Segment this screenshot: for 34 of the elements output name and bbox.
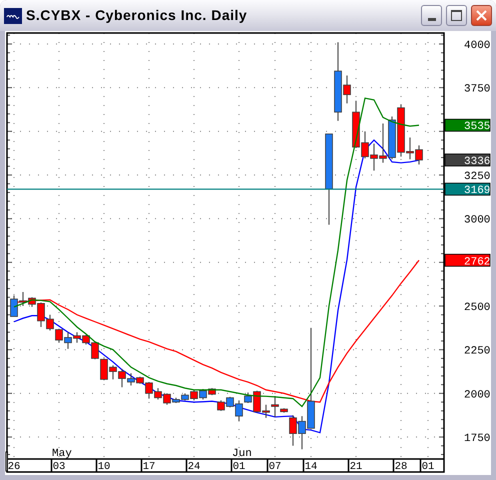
date-label: 26 xyxy=(8,461,20,473)
app-icon xyxy=(4,8,22,24)
price-tag: 2762 xyxy=(444,254,490,268)
date-label: 21 xyxy=(350,461,362,473)
close-icon xyxy=(476,10,487,21)
price-axis-label: 2000 xyxy=(464,389,490,402)
price-axis-label: 1750 xyxy=(464,433,490,446)
price-tag: 3336 xyxy=(444,154,490,168)
date-label: 28 xyxy=(394,461,408,473)
month-label: May xyxy=(52,448,72,460)
price-tag: 3169 xyxy=(444,182,490,198)
maximize-button[interactable] xyxy=(446,5,467,26)
date-label: 17 xyxy=(142,461,156,473)
price-axis-label: 3250 xyxy=(464,171,490,184)
date-label: 01 xyxy=(232,461,246,473)
price-axis-label: 3000 xyxy=(464,214,490,227)
price-tag: 3535 xyxy=(444,118,490,134)
ref-line-label: 3169 xyxy=(464,185,490,198)
date-label: 01 xyxy=(422,461,434,473)
date-label: 24 xyxy=(188,461,200,473)
minimize-button[interactable] xyxy=(421,5,442,26)
date-label: 14 xyxy=(304,461,318,473)
price-axis-label: 2250 xyxy=(464,346,490,358)
window-title: S.CYBX - Cyberonics Inc. Daily xyxy=(26,6,248,25)
price-axis-label: 3750 xyxy=(464,84,490,96)
price-axis-label: 4000 xyxy=(464,40,490,52)
close-button[interactable] xyxy=(471,5,492,26)
date-label: 03 xyxy=(52,461,66,473)
date-label: 10 xyxy=(98,461,110,473)
month-label: Jun xyxy=(232,448,252,460)
minimize-icon xyxy=(428,18,436,21)
date-label: 07 xyxy=(268,461,282,473)
maximize-icon xyxy=(451,10,462,21)
price-axis-label: 2500 xyxy=(464,302,490,314)
